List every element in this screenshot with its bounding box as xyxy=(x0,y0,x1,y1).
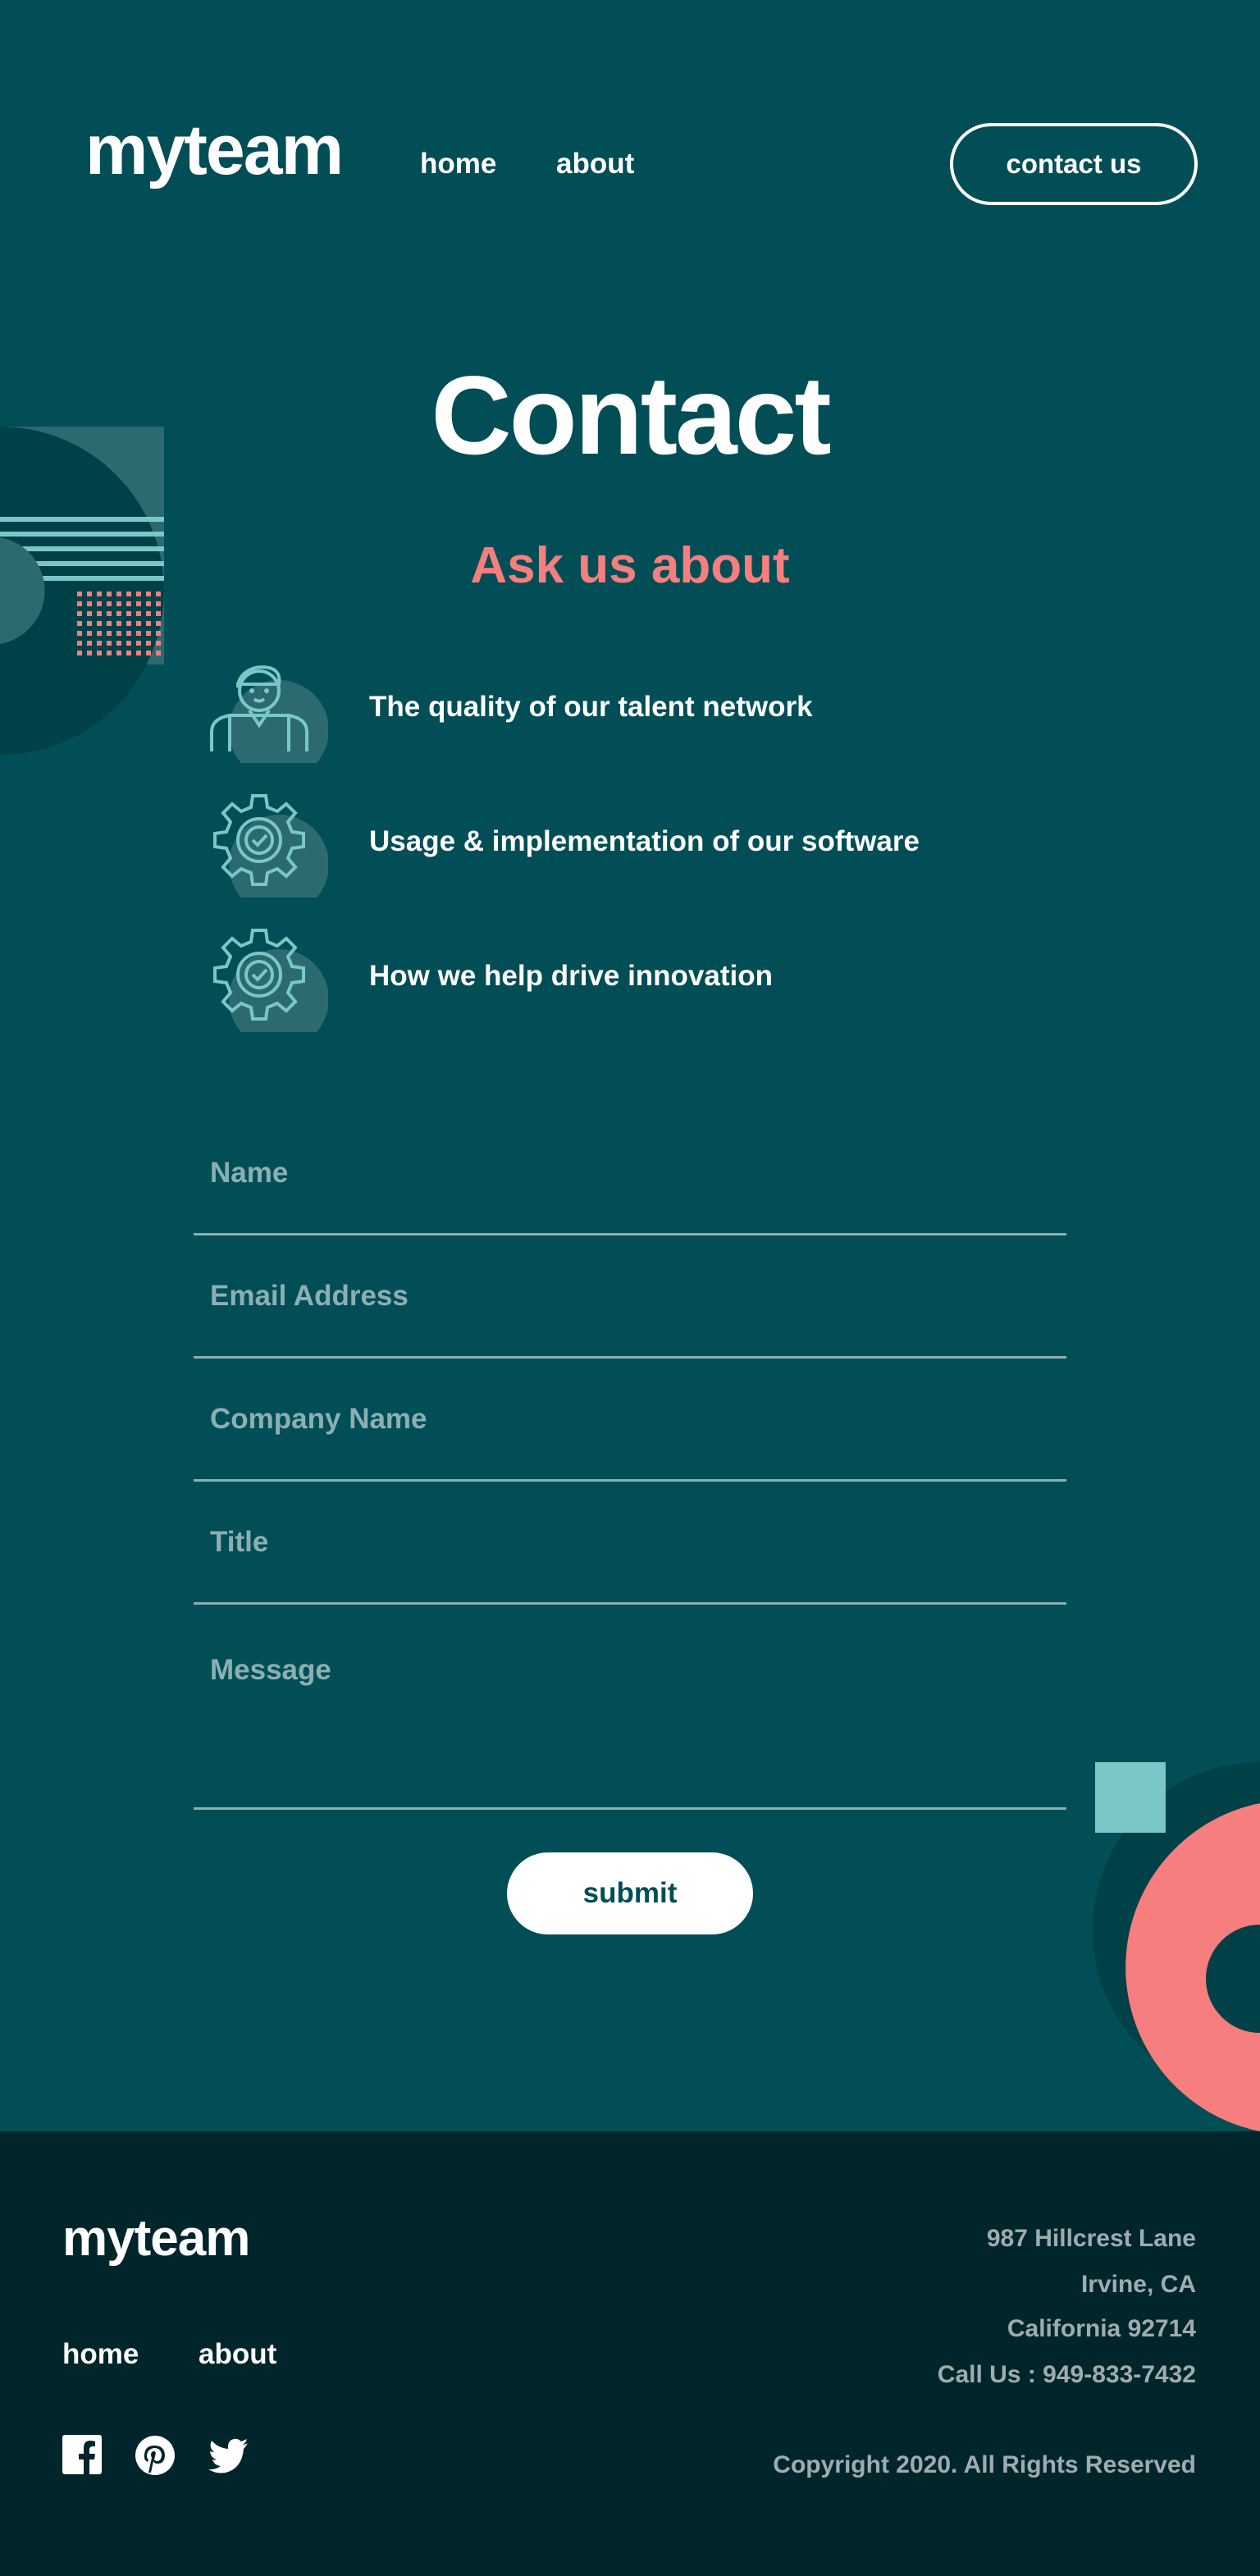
page-title: Contact xyxy=(431,353,831,477)
logo[interactable]: myteam xyxy=(85,115,344,185)
submit-button[interactable]: submit xyxy=(507,1852,753,1934)
person-icon xyxy=(210,665,328,763)
company-name-input[interactable] xyxy=(210,1386,1055,1452)
contact-us-button[interactable]: contact us xyxy=(950,123,1198,205)
message-textarea[interactable] xyxy=(210,1654,1055,1802)
pinterest-icon[interactable] xyxy=(135,2435,177,2478)
name-field-wrapper xyxy=(194,1140,1066,1235)
gear-check-icon xyxy=(213,794,328,897)
footer-home-link[interactable]: home xyxy=(62,2338,139,2371)
nav-about-link[interactable]: about xyxy=(556,148,634,180)
nav-home-link[interactable]: home xyxy=(420,148,496,180)
feature-item: How we help drive innovation xyxy=(205,925,1025,1032)
footer-about-link[interactable]: about xyxy=(199,2338,276,2371)
decorative-pattern-right xyxy=(1093,1762,1260,2131)
facebook-icon[interactable] xyxy=(62,2435,105,2478)
message-field-wrapper xyxy=(194,1642,1066,1810)
copyright: Copyright 2020. All Rights Reserved xyxy=(773,2451,1196,2478)
name-input[interactable] xyxy=(210,1140,1055,1206)
feature-item: The quality of our talent network xyxy=(205,656,1025,763)
company-field-wrapper xyxy=(194,1386,1066,1482)
title-input[interactable] xyxy=(210,1510,1055,1575)
address-line: California 92714 xyxy=(1007,2315,1196,2342)
title-field-wrapper xyxy=(194,1510,1066,1605)
twitter-icon[interactable] xyxy=(207,2435,249,2478)
feature-label: Usage & implementation of our software xyxy=(369,825,920,857)
phone-line: Call Us : 949-833-7432 xyxy=(937,2361,1196,2388)
feature-label: How we help drive innovation xyxy=(369,960,773,992)
email-input[interactable] xyxy=(210,1263,1055,1329)
main-section: myteam home about contact us Contact Ask… xyxy=(0,0,1260,2131)
address-line: Irvine, CA xyxy=(1080,2271,1196,2298)
email-field-wrapper xyxy=(194,1263,1066,1359)
feature-item: Usage & implementation of our software xyxy=(205,791,1025,897)
feature-label: The quality of our talent network xyxy=(369,691,813,723)
footer-logo[interactable]: myteam xyxy=(62,2213,250,2264)
ask-us-about-heading: Ask us about xyxy=(470,537,790,594)
footer: myteam home about 987 Hillcrest Lane Irv… xyxy=(0,2131,1260,2576)
address-line: 987 Hillcrest Lane xyxy=(986,2225,1196,2252)
gear-check-icon xyxy=(213,929,328,1032)
